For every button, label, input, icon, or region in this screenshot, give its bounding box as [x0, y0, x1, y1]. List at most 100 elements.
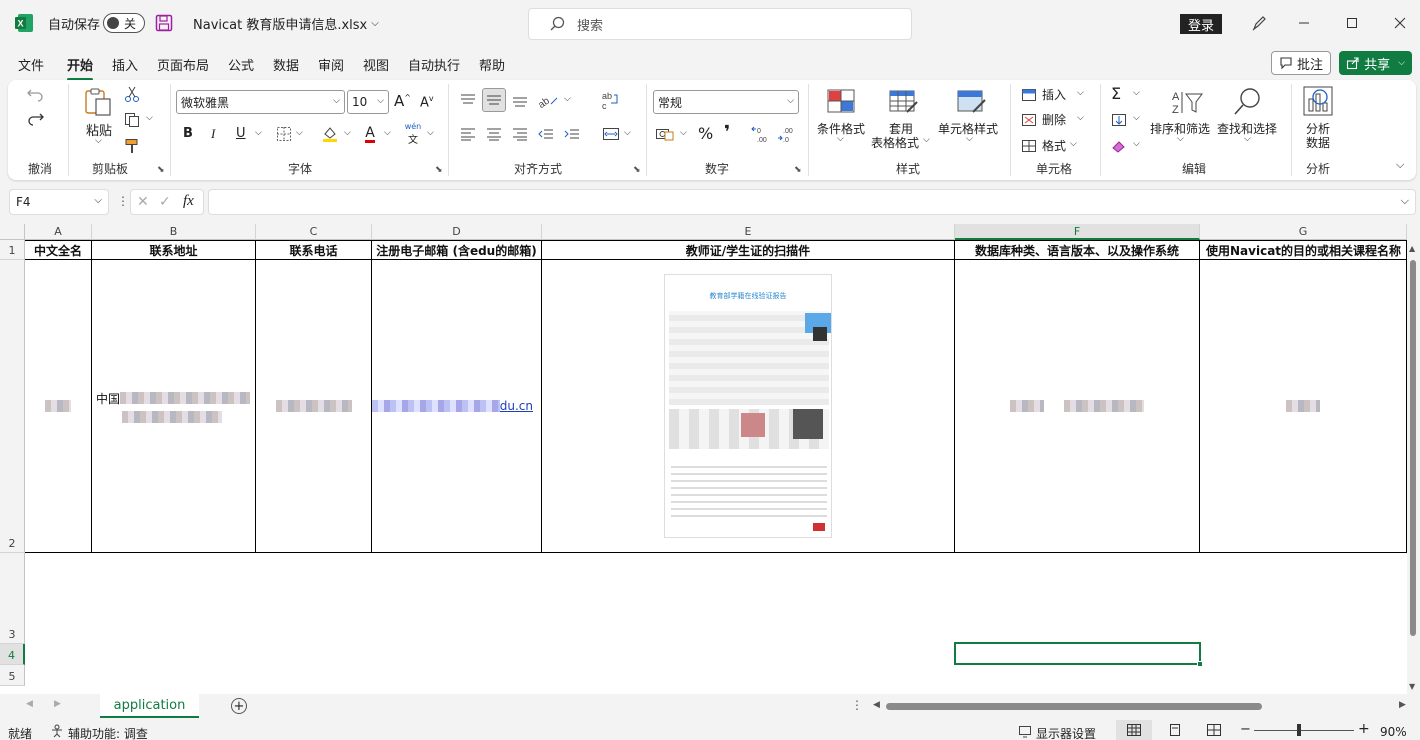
row-header-5[interactable]: 5: [0, 665, 25, 686]
menu-formulas[interactable]: 公式: [228, 55, 254, 74]
cancel-icon[interactable]: ✕: [137, 194, 149, 210]
chevron-down-icon[interactable]: ⌵: [1133, 88, 1140, 98]
redo-icon[interactable]: [22, 108, 52, 128]
display-settings-label[interactable]: 显示器设置: [1036, 725, 1096, 740]
scroll-up-icon[interactable]: ▲: [1409, 244, 1415, 253]
find-select-icon[interactable]: [1230, 86, 1266, 118]
clear-icon[interactable]: [1110, 137, 1128, 155]
delete-cells-icon[interactable]: [1020, 111, 1038, 129]
accounting-format-icon[interactable]: [654, 124, 676, 144]
menu-review[interactable]: 审阅: [318, 55, 344, 74]
sort-filter-icon[interactable]: AZ: [1168, 86, 1208, 118]
menu-home[interactable]: 开始: [67, 55, 94, 81]
pen-icon[interactable]: [1250, 0, 1268, 46]
minimize-icon[interactable]: [1298, 0, 1310, 46]
header-cell-phone[interactable]: 联系电话: [256, 240, 372, 260]
column-header-e[interactable]: E: [542, 224, 955, 240]
analyze-data-label-2[interactable]: 数据: [1306, 134, 1330, 151]
login-button[interactable]: 登录: [1180, 14, 1222, 34]
chevron-down-icon[interactable]: ⌵: [1133, 113, 1140, 123]
row-header-3[interactable]: 3: [0, 553, 25, 644]
search-box[interactable]: 搜索: [528, 8, 912, 40]
chevron-down-icon[interactable]: ⌵: [1244, 134, 1251, 144]
wrap-text-icon[interactable]: ab c: [600, 90, 622, 112]
increase-font-icon[interactable]: A^: [394, 92, 411, 110]
increase-indent-icon[interactable]: [562, 124, 582, 144]
format-as-table-label-2[interactable]: 表格格式: [871, 134, 919, 151]
format-as-table-icon[interactable]: [884, 86, 922, 118]
paste-icon[interactable]: [80, 86, 116, 118]
fill-handle[interactable]: [1197, 661, 1203, 667]
name-box[interactable]: F4 ⌵: [9, 189, 109, 215]
chevron-down-icon[interactable]: ⌵: [1070, 139, 1077, 149]
conditional-format-icon[interactable]: [822, 86, 860, 118]
accessibility-status[interactable]: 辅助功能: 调查: [68, 725, 148, 740]
data-cell-name[interactable]: [25, 260, 92, 553]
chevron-down-icon[interactable]: ⌵: [95, 136, 102, 146]
more-options-icon[interactable]: ⋮: [117, 194, 129, 208]
accessibility-icon[interactable]: [50, 724, 64, 738]
chevron-down-icon[interactable]: ⌵: [296, 128, 303, 138]
column-header-c[interactable]: C: [256, 224, 372, 240]
chevron-down-icon[interactable]: ⌵: [680, 128, 687, 138]
borders-icon[interactable]: [275, 125, 293, 143]
align-right-icon[interactable]: [510, 124, 530, 144]
insert-function-icon[interactable]: fx: [183, 193, 194, 210]
chevron-down-icon[interactable]: ⌵: [564, 94, 571, 104]
format-painter-icon[interactable]: [122, 136, 142, 156]
chevron-down-icon[interactable]: ⌵: [344, 128, 351, 138]
header-cell-database[interactable]: 数据库种类、语言版本、以及操作系统: [955, 240, 1200, 260]
decrease-decimal-icon[interactable]: .00.0: [776, 124, 798, 144]
copy-icon[interactable]: [122, 110, 142, 130]
scrollbar-thumb[interactable]: [1410, 260, 1416, 636]
page-layout-view-icon[interactable]: [1168, 723, 1182, 737]
add-sheet-icon[interactable]: +: [231, 698, 247, 714]
chevron-down-icon[interactable]: ⌵: [1177, 134, 1184, 144]
data-cell-phone[interactable]: [256, 260, 372, 553]
align-bottom-icon[interactable]: [510, 90, 530, 110]
share-button[interactable]: 共享 ⌵: [1339, 51, 1412, 75]
data-cell-scan[interactable]: 教育部学籍在线验证报告: [542, 260, 955, 553]
data-cell-address[interactable]: 中国: [92, 260, 256, 553]
chevron-down-icon[interactable]: ⌵: [384, 128, 391, 138]
save-icon[interactable]: [155, 0, 173, 46]
header-cell-name[interactable]: 中文全名: [25, 240, 92, 260]
normal-view-button[interactable]: [1116, 720, 1152, 740]
menu-view[interactable]: 视图: [363, 55, 389, 74]
cut-icon[interactable]: [122, 84, 142, 104]
file-title[interactable]: Navicat 教育版申请信息.xlsx ⌵: [193, 0, 379, 46]
increase-decimal-icon[interactable]: 0.00: [750, 124, 772, 144]
chevron-down-icon[interactable]: ⌵: [624, 128, 631, 138]
chevron-down-icon[interactable]: ⌵: [255, 128, 262, 138]
chevron-down-icon[interactable]: ⌵: [837, 134, 844, 144]
sheet-tab-application[interactable]: application: [100, 694, 199, 718]
analyze-data-icon[interactable]: [1300, 84, 1336, 118]
display-settings-icon[interactable]: [1018, 724, 1032, 738]
dialog-launcher-icon[interactable]: ⬊: [794, 165, 802, 175]
dialog-launcher-icon[interactable]: ⬊: [633, 165, 641, 175]
delete-cells-label[interactable]: 删除: [1042, 111, 1066, 128]
enter-icon[interactable]: ✓: [159, 194, 171, 210]
chevron-down-icon[interactable]: ⌵: [146, 113, 153, 123]
data-cell-email[interactable]: du.cn: [372, 260, 542, 553]
chevron-down-icon[interactable]: ⌵: [923, 135, 930, 145]
column-header-d[interactable]: D: [372, 224, 542, 240]
font-size-select[interactable]: 10 ⌵: [347, 90, 389, 114]
close-icon[interactable]: [1394, 0, 1406, 46]
zoom-out-icon[interactable]: −: [1240, 722, 1251, 737]
row-header-4[interactable]: 4: [0, 644, 25, 665]
more-options-icon[interactable]: ⋮: [851, 698, 863, 712]
header-cell-address[interactable]: 联系地址: [92, 240, 256, 260]
comments-button[interactable]: 批注: [1271, 51, 1331, 75]
menu-file[interactable]: 文件: [18, 55, 44, 74]
align-center-icon[interactable]: [484, 124, 504, 144]
chevron-down-icon[interactable]: ⌵: [1077, 88, 1084, 98]
decrease-font-icon[interactable]: Av: [420, 94, 434, 110]
zoom-slider-thumb[interactable]: [1297, 724, 1301, 736]
chevron-down-icon[interactable]: ⌵: [1133, 139, 1140, 149]
chevron-down-icon[interactable]: ⌵: [427, 128, 434, 138]
prev-sheet-icon[interactable]: ◀: [26, 699, 33, 709]
dialog-launcher-icon[interactable]: ⬊: [435, 165, 443, 175]
align-top-icon[interactable]: [458, 90, 478, 110]
merge-center-icon[interactable]: [600, 124, 622, 144]
